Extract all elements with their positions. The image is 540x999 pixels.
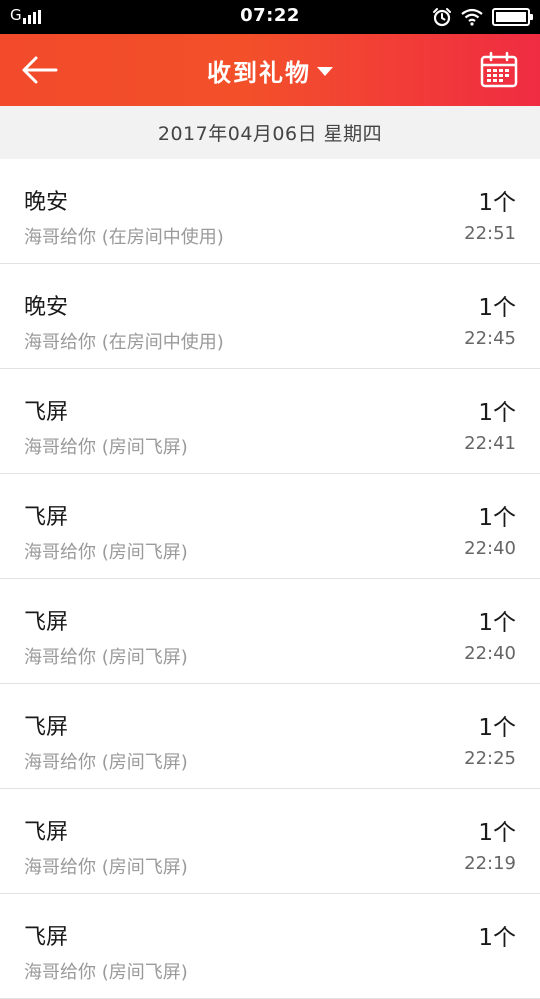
gift-name: 飞屏: [24, 820, 69, 845]
list-item[interactable]: 飞屏 海哥给你 (房间飞屏) 1个 22:40: [0, 474, 540, 579]
gift-description: 海哥给你 (在房间中使用): [24, 227, 224, 248]
gift-name: 飞屏: [24, 400, 69, 425]
gift-quantity: 1个: [478, 295, 516, 321]
caret-down-icon: [317, 66, 333, 76]
gift-time: 22:25: [464, 748, 516, 769]
gift-quantity: 1个: [478, 925, 516, 951]
list-item[interactable]: 飞屏 海哥给你 (房间飞屏) 1个 22:19: [0, 789, 540, 894]
gift-name: 晚安: [24, 295, 69, 320]
date-label: 2017年04月06日 星期四: [157, 123, 383, 145]
list-item[interactable]: 晚安 海哥给你 (在房间中使用) 1个 22:51: [0, 159, 540, 264]
battery-icon: [492, 8, 533, 26]
gift-description: 海哥给你 (房间飞屏): [24, 647, 188, 668]
alarm-icon: [433, 8, 451, 27]
gift-list: 晚安 海哥给你 (在房间中使用) 1个 22:51 晚安 海哥给你 (在房间中使…: [0, 159, 540, 999]
list-item[interactable]: 飞屏 海哥给你 (房间飞屏) 1个: [0, 894, 540, 999]
gift-name: 飞屏: [24, 505, 69, 530]
gift-time: 22:51: [464, 223, 516, 244]
gift-time: 22:19: [464, 853, 516, 874]
gift-quantity: 1个: [478, 610, 516, 636]
list-item[interactable]: 飞屏 海哥给你 (房间飞屏) 1个 22:41: [0, 369, 540, 474]
gift-time: 22:40: [464, 643, 516, 664]
gift-description: 海哥给你 (房间飞屏): [24, 962, 188, 983]
gift-quantity: 1个: [478, 505, 516, 531]
gift-description: 海哥给你 (房间飞屏): [24, 437, 188, 458]
status-icons: [432, 7, 533, 27]
wifi-icon: [461, 8, 483, 26]
top-bar: 收到礼物: [0, 34, 540, 106]
gift-time: 22:41: [464, 433, 516, 454]
gift-quantity: 1个: [478, 190, 516, 216]
gift-quantity: 1个: [478, 400, 516, 426]
gift-time: 22:45: [464, 328, 516, 349]
list-item[interactable]: 飞屏 海哥给你 (房间飞屏) 1个 22:40: [0, 579, 540, 684]
calendar-icon[interactable]: [480, 51, 518, 89]
gift-name: 飞屏: [24, 925, 69, 950]
gift-description: 海哥给你 (房间飞屏): [24, 752, 188, 773]
date-header: 2017年04月06日 星期四: [0, 106, 540, 159]
page-title: 收到礼物: [207, 58, 311, 87]
gift-time: 22:40: [464, 538, 516, 559]
gift-description: 海哥给你 (在房间中使用): [24, 332, 224, 353]
gift-description: 海哥给你 (房间飞屏): [24, 857, 188, 878]
gift-description: 海哥给你 (房间飞屏): [24, 542, 188, 563]
status-bar: G 07:22: [0, 0, 540, 34]
list-item[interactable]: 飞屏 海哥给你 (房间飞屏) 1个 22:25: [0, 684, 540, 789]
gift-name: 飞屏: [24, 610, 69, 635]
gift-quantity: 1个: [478, 715, 516, 741]
list-item[interactable]: 晚安 海哥给你 (在房间中使用) 1个 22:45: [0, 264, 540, 369]
title-dropdown[interactable]: 收到礼物: [0, 34, 540, 106]
gift-quantity: 1个: [478, 820, 516, 846]
gift-name: 飞屏: [24, 715, 69, 740]
gift-name: 晚安: [24, 190, 69, 215]
